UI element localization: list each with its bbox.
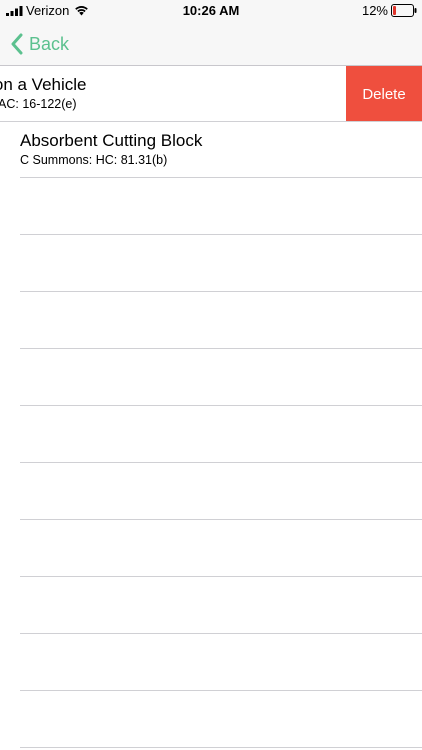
row-divider [20, 747, 422, 748]
empty-row [0, 577, 422, 634]
delete-button[interactable]: Delete [346, 66, 422, 122]
list-item-content[interactable]: Smoking on a Vehicle C Summons: AC: 16-1… [0, 66, 325, 122]
list-item-subtitle: C Summons: HC: 81.31(b) [20, 153, 168, 167]
list-item[interactable]: Absorbent Cutting Block C Summons: HC: 8… [0, 122, 422, 178]
empty-row [0, 463, 422, 520]
battery-percent: 12% [361, 3, 388, 18]
empty-row [0, 691, 422, 748]
empty-row [0, 349, 422, 406]
empty-row [0, 178, 422, 235]
list-item-subtitle: C Summons: AC: 16-122(e) [0, 97, 77, 111]
summons-list: Smoking on a Vehicle C Summons: AC: 16-1… [0, 66, 422, 748]
list-item-title: Absorbent Cutting Block [20, 131, 203, 150]
navigation-bar: Back [0, 22, 422, 66]
list-item-content[interactable]: Absorbent Cutting Block C Summons: HC: 8… [20, 122, 422, 178]
status-time: 10:26 AM [182, 3, 240, 18]
empty-row [0, 235, 422, 292]
chevron-left-icon [11, 33, 23, 55]
empty-row [0, 520, 422, 577]
empty-row [0, 406, 422, 463]
status-bar: Verizon 10:26 AM 12% [0, 0, 422, 22]
back-button[interactable]: Back [10, 30, 69, 58]
back-label: Back [29, 33, 70, 54]
list-item-title: Smoking on a Vehicle [0, 75, 87, 94]
list-item[interactable]: Smoking on a Vehicle C Summons: AC: 16-1… [0, 66, 422, 122]
battery-low-icon [391, 4, 417, 17]
empty-row [0, 292, 422, 349]
empty-row [0, 634, 422, 691]
